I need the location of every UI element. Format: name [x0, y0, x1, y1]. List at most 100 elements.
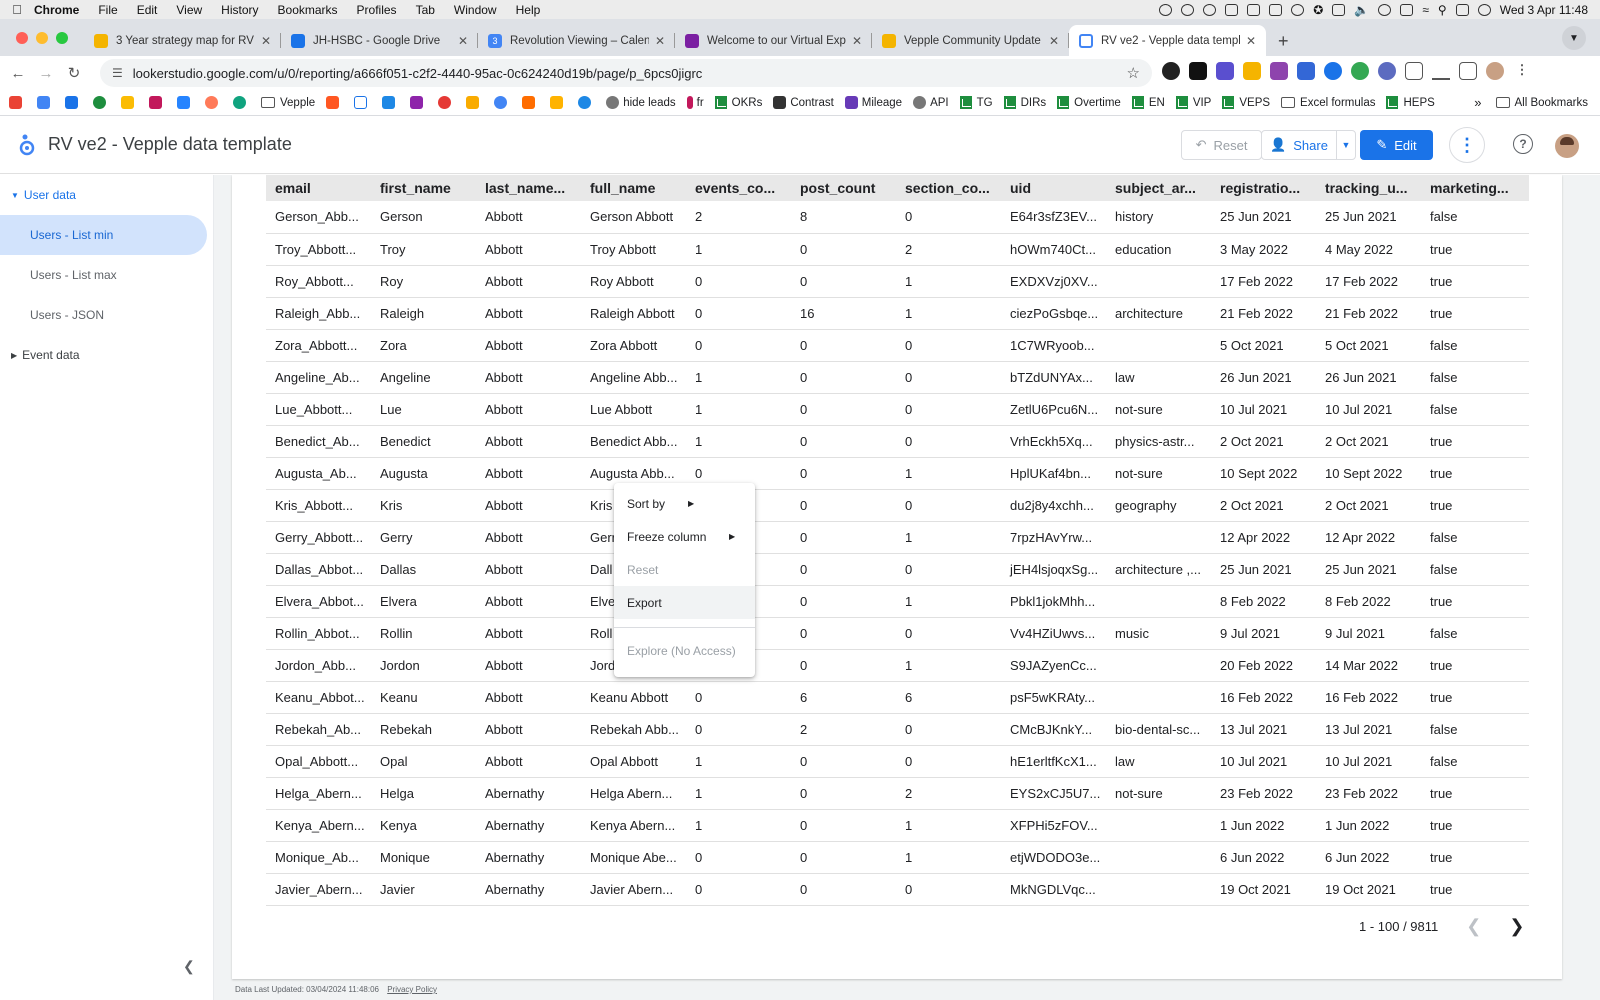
- close-tab-icon[interactable]: ✕: [1049, 34, 1059, 48]
- display-icon[interactable]: [1332, 3, 1346, 16]
- side-panel-icon[interactable]: [1459, 62, 1477, 80]
- close-window-button[interactable]: [16, 31, 28, 44]
- status-icon[interactable]: [1247, 3, 1261, 16]
- bookmark-calendar[interactable]: [37, 96, 54, 109]
- bookmark-site[interactable]: [466, 96, 483, 109]
- bookmark-api[interactable]: API: [913, 96, 949, 109]
- status-icon[interactable]: [1181, 3, 1195, 16]
- table-row[interactable]: Roy_Abbott... Roy Abbott Roy Abbott 0 0 1 EXDXV…: [266, 265, 1529, 298]
- menu-edit[interactable]: Edit: [137, 3, 158, 17]
- bookmark-mileage[interactable]: Mileage: [844, 96, 902, 109]
- bookmark-fr[interactable]: fr: [686, 96, 704, 109]
- close-tab-icon[interactable]: ✕: [458, 34, 468, 48]
- zoom-window-button[interactable]: [56, 31, 68, 44]
- minimize-window-button[interactable]: [36, 31, 48, 44]
- column-header[interactable]: section_co...: [896, 175, 1001, 201]
- address-bar[interactable]: ☰ lookerstudio.google.com/u/0/reporting/…: [100, 59, 1152, 87]
- bookmark-tg[interactable]: TG: [959, 96, 993, 109]
- menu-help[interactable]: Help: [516, 3, 541, 17]
- column-header[interactable]: last_name...: [476, 175, 581, 201]
- menu-item-freeze-column[interactable]: Freeze column ▶: [614, 520, 755, 553]
- close-tab-icon[interactable]: ✕: [261, 34, 271, 48]
- bookmark-hubspot[interactable]: [205, 96, 222, 109]
- column-header[interactable]: tracking_u...: [1316, 175, 1421, 201]
- clock-icon[interactable]: [1291, 3, 1305, 16]
- avatar[interactable]: [1555, 134, 1579, 158]
- more-bookmarks-chevron-icon[interactable]: »: [1474, 95, 1481, 110]
- menu-history[interactable]: History: [221, 3, 258, 17]
- browser-tab[interactable]: 3 Revolution Viewing – Calenda ✕: [478, 25, 675, 56]
- table-row[interactable]: Benedict_Ab... Benedict Abbott Benedict Abb…: [266, 425, 1529, 458]
- bookmark-chat[interactable]: [93, 96, 110, 109]
- bookmark-folder-vepple[interactable]: Vepple: [261, 97, 315, 109]
- bluetooth-icon[interactable]: ✪: [1313, 3, 1323, 17]
- browser-tab[interactable]: 3 Year strategy map for RV (F ✕: [84, 25, 281, 56]
- wifi-icon[interactable]: ≈: [1422, 3, 1429, 17]
- menu-profiles[interactable]: Profiles: [357, 3, 397, 17]
- download-icon[interactable]: [1432, 62, 1450, 80]
- apple-icon[interactable]: : [0, 2, 34, 17]
- extension-icon[interactable]: [1351, 62, 1369, 80]
- bookmark-site[interactable]: [438, 96, 455, 109]
- help-icon[interactable]: ?: [1513, 134, 1533, 154]
- menu-app-name[interactable]: Chrome: [34, 3, 79, 17]
- table-row[interactable]: Angeline_Ab... Angeline Abbott Angeline Abb…: [266, 361, 1529, 394]
- close-tab-icon[interactable]: ✕: [655, 34, 665, 48]
- bookmark-heps[interactable]: HEPS: [1386, 96, 1435, 109]
- close-tab-icon[interactable]: ✕: [1246, 34, 1256, 48]
- table-row[interactable]: Kris_Abbott... Kris Abbott Kris 0 0 du2j8y4xch…: [266, 489, 1529, 522]
- bookmark-site[interactable]: [522, 96, 539, 109]
- menu-file[interactable]: File: [98, 3, 117, 17]
- bookmark-okrs[interactable]: OKRs: [714, 96, 762, 109]
- table-row[interactable]: Troy_Abbott... Troy Abbott Troy Abbott 1 0 2 hO…: [266, 233, 1529, 266]
- bookmark-site[interactable]: [578, 96, 595, 109]
- bookmark-vip[interactable]: VIP: [1175, 96, 1211, 109]
- profile-avatar-icon[interactable]: [1486, 62, 1504, 80]
- volume-icon[interactable]: 🔈: [1354, 3, 1369, 17]
- table-row[interactable]: Dallas_Abbot... Dallas Abbott Dall 0 0 jEH4lsj…: [266, 553, 1529, 586]
- table-row[interactable]: Opal_Abbott... Opal Abbott Opal Abbott 1 0 0 hE…: [266, 745, 1529, 778]
- bookmark-veps[interactable]: VEPS: [1222, 96, 1270, 109]
- table-row[interactable]: Keanu_Abbot... Keanu Abbott Keanu Abbott 0 6 6…: [266, 681, 1529, 714]
- browser-tab[interactable]: JH-HSBC - Google Drive ✕: [281, 25, 478, 56]
- forward-arrow-icon[interactable]: →: [32, 65, 60, 82]
- table-row[interactable]: Helga_Abern... Helga Abernathy Helga Abern.…: [266, 777, 1529, 810]
- bookmark-overtime[interactable]: Overtime: [1057, 96, 1121, 109]
- status-icon[interactable]: [1225, 3, 1239, 16]
- table-row[interactable]: Jordon_Abb... Jordon Abbott Jord 0 1 S9JAZyenC…: [266, 649, 1529, 682]
- back-arrow-icon[interactable]: ←: [4, 65, 32, 82]
- new-tab-button[interactable]: +: [1266, 31, 1301, 56]
- report-title[interactable]: RV ve2 - Vepple data template: [48, 134, 292, 155]
- extension-icon[interactable]: [1270, 62, 1288, 80]
- bookmark-drive[interactable]: [121, 96, 138, 109]
- nav-item-users-list-min[interactable]: Users - List min: [0, 215, 207, 255]
- bookmark-site[interactable]: [354, 96, 371, 109]
- menu-tab[interactable]: Tab: [416, 3, 435, 17]
- table-row[interactable]: Gerry_Abbott... Gerry Abbott Gerr 0 1 7rpzHAvY…: [266, 521, 1529, 554]
- bookmark-site[interactable]: [382, 96, 399, 109]
- column-header[interactable]: uid: [1001, 175, 1106, 201]
- site-info-icon[interactable]: ☰: [112, 66, 123, 80]
- table-row[interactable]: Rollin_Abbot... Rollin Abbott Roll 0 0 Vv4HZiU…: [266, 617, 1529, 650]
- play-icon[interactable]: [1378, 3, 1392, 16]
- bookmark-gmail[interactable]: [9, 96, 26, 109]
- table-row[interactable]: Zora_Abbott... Zora Abbott Zora Abbott 0 0 0 1C…: [266, 329, 1529, 362]
- previous-page-chevron-icon[interactable]: ❮: [1466, 916, 1481, 937]
- table-row[interactable]: Augusta_Ab... Augusta Abbott Augusta Abb...…: [266, 457, 1529, 490]
- bookmark-en[interactable]: EN: [1131, 96, 1165, 109]
- bookmark-chatgpt[interactable]: [233, 96, 250, 109]
- table-row[interactable]: Gerson_Abb... Gerson Abbott Gerson Abbott 2 8…: [266, 201, 1529, 234]
- nav-item-users-json[interactable]: Users - JSON: [0, 295, 213, 335]
- url-text[interactable]: lookerstudio.google.com/u/0/reporting/a6…: [133, 66, 703, 81]
- all-bookmarks-folder[interactable]: All Bookmarks: [1495, 97, 1588, 109]
- bookmark-star-icon[interactable]: ☆: [1127, 64, 1140, 82]
- column-header[interactable]: email: [266, 175, 371, 201]
- edit-button[interactable]: ✎ Edit: [1360, 130, 1433, 160]
- table-row[interactable]: Monique_Ab... Monique Abernathy Monique Abe…: [266, 841, 1529, 874]
- bookmark-site[interactable]: [410, 96, 427, 109]
- column-header[interactable]: subject_ar...: [1106, 175, 1211, 201]
- extension-icon[interactable]: [1162, 62, 1180, 80]
- table-row[interactable]: Elvera_Abbot... Elvera Abbott Elve 0 1 Pbkl1jo…: [266, 585, 1529, 618]
- table-row[interactable]: Rebekah_Ab... Rebekah Abbott Rebekah Abb...…: [266, 713, 1529, 746]
- tab-search-chevron-icon[interactable]: ▼: [1562, 26, 1586, 50]
